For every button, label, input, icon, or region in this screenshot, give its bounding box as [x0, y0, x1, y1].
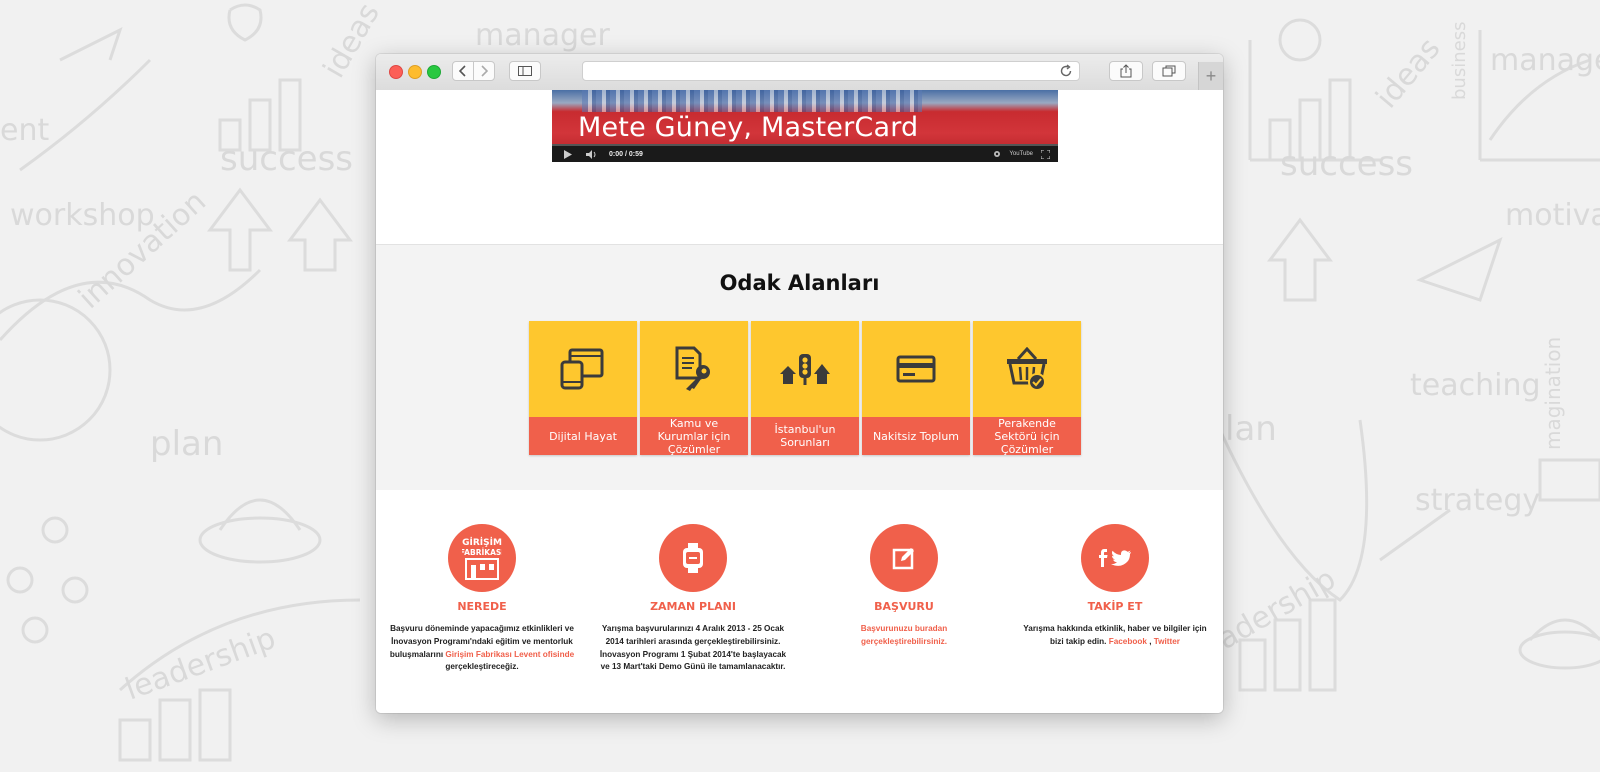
- tile-kamu-ve-kurumlar[interactable]: Kamu ve Kurumlar için Çözümler: [640, 321, 748, 456]
- focus-tiles: Dijital Hayat Kamu ve Kurumlar için Çözü…: [529, 321, 1081, 456]
- play-icon[interactable]: [564, 149, 572, 159]
- share-button[interactable]: [1109, 61, 1143, 81]
- volume-icon[interactable]: [586, 149, 597, 159]
- video-caption: Mete Güney, MasterCard: [578, 112, 919, 143]
- sidebar-icon: [518, 66, 532, 76]
- basvuru-title: BAŞVURU: [874, 600, 934, 613]
- browser-toolbar: +: [376, 54, 1223, 91]
- new-tab-button[interactable]: +: [1198, 62, 1223, 90]
- nerede-title: NEREDE: [457, 600, 507, 613]
- tile-perakende-sektoru[interactable]: Perakende Sektörü için Çözümler: [973, 321, 1081, 456]
- city-traffic-icon: [780, 354, 830, 385]
- takip-et-column: TAKİP ET Yarışma hakkında etkinlik, habe…: [1020, 524, 1210, 649]
- svg-text:FABRİKASI: FABRİKASI: [462, 548, 502, 557]
- share-icon: [1120, 64, 1132, 78]
- focus-areas-section: Odak Alanları Dijital Hayat Kamu ve Kuru…: [376, 244, 1223, 491]
- tabs-overview-button[interactable]: [1152, 61, 1186, 81]
- forward-button[interactable]: [473, 61, 495, 81]
- devices-icon: [560, 348, 604, 390]
- zoom-window-button[interactable]: [427, 65, 441, 79]
- chevron-left-icon: [459, 65, 466, 77]
- tile-label: Perakende Sektörü için Çözümler: [973, 417, 1081, 456]
- svg-text:adership: adership: [1212, 561, 1342, 656]
- nerede-text: Başvuru döneminde yapacağımız etkinlikle…: [387, 623, 577, 674]
- svg-text:teaching: teaching: [1410, 368, 1541, 403]
- tile-dijital-hayat[interactable]: Dijital Hayat: [529, 321, 637, 455]
- credit-card-icon: [896, 355, 936, 383]
- svg-text:strategy: strategy: [1415, 483, 1540, 518]
- tile-label: Nakitsiz Toplum: [862, 417, 970, 455]
- girisim-fabrikasi-logo-icon: GİRİŞİM FABRİKASI: [462, 537, 502, 580]
- basvuru-circle[interactable]: [870, 524, 938, 592]
- nerede-column: GİRİŞİM FABRİKASI NEREDE Başvuru dönemin…: [387, 524, 577, 674]
- tile-label: Kamu ve Kurumlar için Çözümler: [640, 417, 748, 456]
- takip-et-circle: [1081, 524, 1149, 592]
- svg-text:GİRİŞİM: GİRİŞİM: [462, 537, 502, 548]
- basvuru-column: BAŞVURU Başvurunuzu buradan gerçekleştir…: [809, 524, 999, 649]
- svg-text:success: success: [1280, 144, 1413, 184]
- fullscreen-icon[interactable]: [1041, 149, 1050, 159]
- girisim-fabrikasi-logo: GİRİŞİM FABRİKASI: [448, 524, 516, 592]
- zaman-plani-column: ZAMAN PLANI Yarışma başvurularınızı 4 Ar…: [598, 524, 788, 674]
- svg-text:motivati: motivati: [1505, 198, 1600, 233]
- video-player[interactable]: Mete Güney, MasterCard 0:00 / 0:59 YouTu…: [552, 90, 1058, 162]
- zaman-plani-title: ZAMAN PLANI: [650, 600, 736, 613]
- svg-text:manager: manager: [1490, 43, 1600, 78]
- zaman-plani-circle: [659, 524, 727, 592]
- nerede-body-end: gerçekleştireceğiz.: [445, 662, 519, 672]
- facebook-twitter-icon: [1099, 549, 1131, 567]
- tile-nakitsiz-toplum[interactable]: Nakitsiz Toplum: [862, 321, 970, 455]
- watch-icon: [683, 543, 703, 573]
- reload-icon[interactable]: [1059, 64, 1073, 78]
- plus-icon: +: [1205, 65, 1217, 86]
- browser-window: + Mete Güney, MasterCard 0:00 / 0:59 You…: [376, 54, 1223, 713]
- video-section: Mete Güney, MasterCard 0:00 / 0:59 YouTu…: [376, 90, 1223, 245]
- minimize-window-button[interactable]: [408, 65, 422, 79]
- close-window-button[interactable]: [389, 65, 403, 79]
- focus-areas-title: Odak Alanları: [719, 271, 880, 295]
- twitter-link[interactable]: Twitter: [1154, 637, 1180, 646]
- girisim-fabrikasi-link[interactable]: Girişim Fabrikası Levent ofisinde: [445, 650, 574, 659]
- address-bar[interactable]: [582, 61, 1080, 81]
- tabs-icon: [1162, 65, 1176, 77]
- svg-text:plan: plan: [150, 424, 223, 464]
- video-controls: 0:00 / 0:59 YouTube: [552, 146, 1058, 162]
- link-separator: ,: [1149, 636, 1152, 646]
- tile-label: İstanbul'un Sorunları: [751, 417, 859, 455]
- svg-text:ideas: ideas: [1369, 31, 1447, 115]
- svg-text:business: business: [1449, 22, 1470, 100]
- svg-text:magination: magination: [1541, 337, 1565, 450]
- document-key-icon: [675, 346, 710, 391]
- tile-istanbulun-sorunlari[interactable]: İstanbul'un Sorunları: [751, 321, 859, 455]
- back-button[interactable]: [452, 61, 474, 81]
- chevron-right-icon: [481, 65, 488, 77]
- basvuru-link[interactable]: Başvurunuzu buradan gerçekleştirebilirsi…: [809, 623, 999, 649]
- info-section: GİRİŞİM FABRİKASI NEREDE Başvuru dönemin…: [376, 490, 1223, 713]
- takip-et-title: TAKİP ET: [1087, 600, 1143, 613]
- facebook-link[interactable]: Facebook: [1109, 637, 1147, 646]
- shopping-basket-icon: [1007, 347, 1047, 391]
- settings-gear-icon[interactable]: [993, 150, 1001, 158]
- zaman-plani-text: Yarışma başvurularınızı 4 Aralık 2013 - …: [599, 624, 787, 672]
- tile-label: Dijital Hayat: [529, 417, 637, 455]
- svg-text:success: success: [220, 139, 353, 179]
- edit-icon: [892, 548, 914, 570]
- video-time: 0:00 / 0:59: [609, 150, 643, 158]
- svg-text:manager: manager: [475, 18, 611, 53]
- svg-text:ent: ent: [0, 113, 49, 148]
- takip-et-text: Yarışma hakkında etkinlik, haber ve bilg…: [1020, 623, 1210, 649]
- sidebar-toggle-button[interactable]: [509, 61, 541, 81]
- svg-text:lan: lan: [1225, 409, 1277, 449]
- video-frame-person: [582, 90, 922, 112]
- youtube-logo[interactable]: YouTube: [1009, 151, 1033, 157]
- svg-text:workshop: workshop: [10, 198, 155, 233]
